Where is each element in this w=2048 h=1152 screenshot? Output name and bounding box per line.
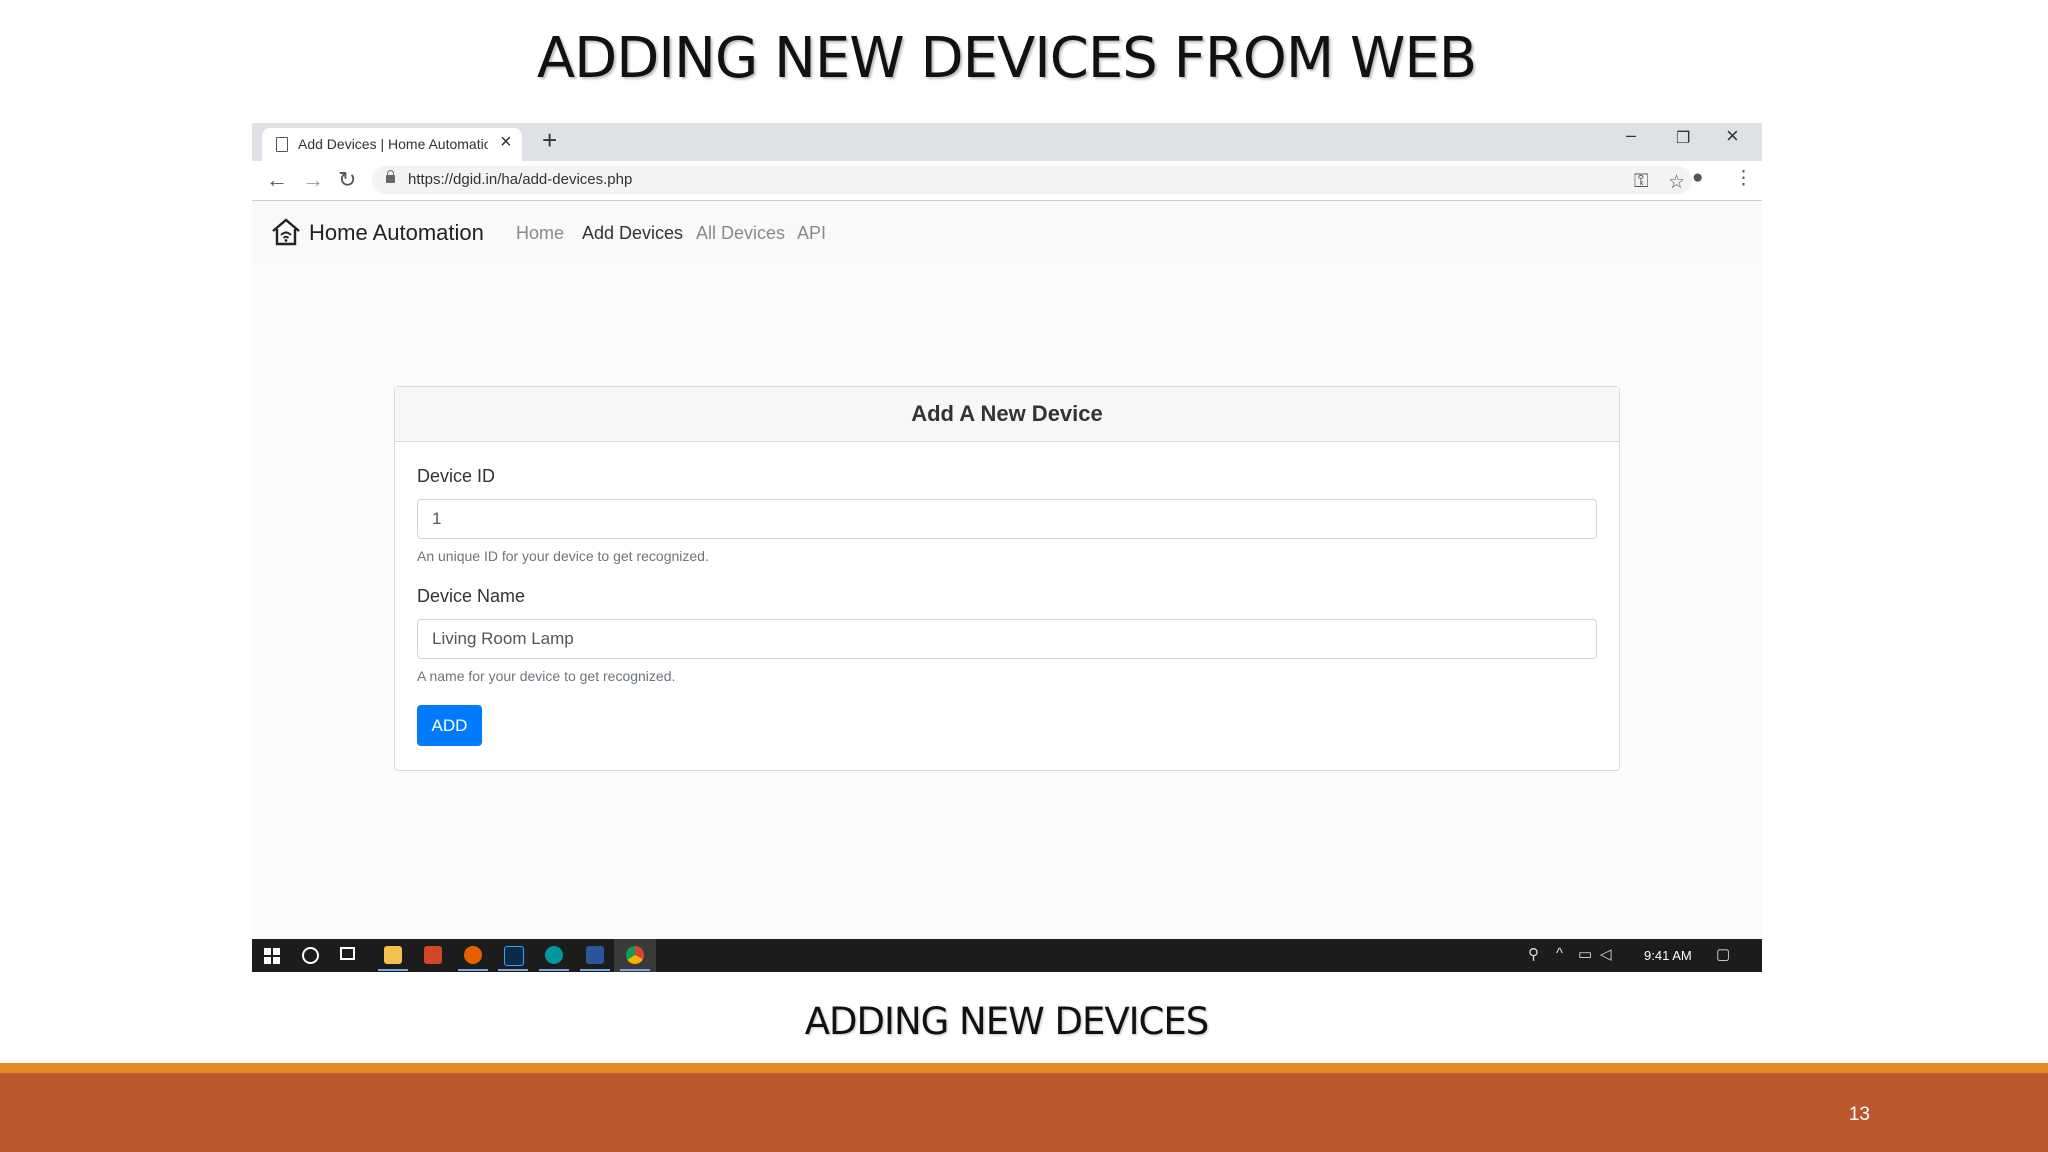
chrome-icon[interactable] <box>626 946 644 964</box>
arduino-icon[interactable] <box>545 946 563 964</box>
profile-icon[interactable]: ● <box>1692 167 1703 189</box>
back-icon[interactable]: ← <box>266 167 288 193</box>
nav-link-home[interactable]: Home <box>516 223 564 244</box>
device-name-input[interactable] <box>417 619 1597 659</box>
windows-taskbar: ⚲ ^ ▭ ◁ 9:41 AM ▢ <box>252 939 1762 972</box>
tab-strip: Add Devices | Home Automation × + – ❐ × <box>252 123 1762 161</box>
browser-screenshot: Add Devices | Home Automation × + – ❐ × … <box>252 123 1762 972</box>
nav-link-all-devices[interactable]: All Devices <box>696 223 785 244</box>
device-name-hint: A name for your device to get recognized… <box>417 668 676 684</box>
file-explorer-icon[interactable] <box>384 946 402 964</box>
url-text: https://dgid.in/ha/add-devices.php <box>408 171 633 188</box>
volume-icon[interactable]: ◁ <box>1600 945 1612 963</box>
star-icon[interactable]: ☆ <box>1668 171 1685 194</box>
new-tab-icon[interactable]: + <box>542 125 557 156</box>
restore-icon[interactable]: ❐ <box>1676 128 1690 148</box>
add-button[interactable]: ADD <box>417 705 482 746</box>
slide-title: ADDING NEW DEVICES FROM WEB <box>536 26 1477 91</box>
minimize-icon[interactable]: – <box>1626 125 1636 146</box>
taskbar-running-indicator <box>498 969 528 971</box>
omnibox[interactable]: https://dgid.in/ha/add-devices.php ⚿ ☆ <box>372 166 1692 194</box>
nav-link-api[interactable]: API <box>797 223 826 244</box>
device-id-hint: An unique ID for your device to get reco… <box>417 548 709 564</box>
footer-band <box>0 1073 2048 1152</box>
add-device-card: Add A New Device Device ID An unique ID … <box>394 386 1620 771</box>
taskbar-running-indicator <box>620 969 650 971</box>
taskbar-running-indicator <box>458 969 488 971</box>
taskbar-running-indicator <box>539 969 569 971</box>
notification-icon[interactable]: ▢ <box>1716 945 1730 963</box>
brand-link[interactable]: Home Automation <box>309 220 484 246</box>
key-icon[interactable]: ⚿ <box>1634 171 1648 193</box>
network-icon[interactable]: ▭ <box>1578 945 1592 963</box>
device-name-label: Device Name <box>417 586 526 606</box>
forward-icon[interactable]: → <box>302 167 324 193</box>
card-title: Add A New Device <box>395 387 1619 442</box>
chevron-up-icon[interactable]: ^ <box>1556 945 1563 962</box>
taskbar-running-indicator <box>378 969 408 971</box>
task-view-icon[interactable] <box>340 947 355 960</box>
address-bar: ← → ↻ https://dgid.in/ha/add-devices.php… <box>252 161 1762 201</box>
nav-link-add-devices[interactable]: Add Devices <box>582 223 683 244</box>
lock-icon <box>386 170 395 183</box>
firefox-icon[interactable] <box>464 946 482 964</box>
windows-start-icon[interactable] <box>264 948 280 964</box>
close-tab-icon[interactable]: × <box>500 131 512 154</box>
device-id-label: Device ID <box>417 466 496 486</box>
page-icon <box>276 137 288 152</box>
footer-accent-line <box>0 1063 2048 1073</box>
slide-caption: ADDING NEW DEVICES <box>804 1000 1210 1043</box>
reload-icon[interactable]: ↻ <box>338 167 356 193</box>
browser-tab[interactable]: Add Devices | Home Automation × <box>262 128 522 161</box>
powerpoint-icon[interactable] <box>424 946 442 964</box>
more-menu-icon[interactable]: ⋮ <box>1734 167 1753 190</box>
photoshop-icon[interactable] <box>504 946 524 966</box>
search-circle-icon[interactable] <box>302 947 319 964</box>
device-id-input[interactable] <box>417 499 1597 539</box>
clock[interactable]: 9:41 AM <box>1644 948 1692 963</box>
taskbar-running-indicator <box>580 969 610 971</box>
word-icon[interactable] <box>586 946 604 964</box>
site-navbar: Home Automation Home Add Devices All Dev… <box>252 201 1762 264</box>
close-window-icon[interactable]: × <box>1726 123 1739 149</box>
home-wifi-icon <box>272 218 300 246</box>
tab-title: Add Devices | Home Automation <box>298 136 488 152</box>
people-icon[interactable]: ⚲ <box>1528 945 1539 963</box>
page-number: 13 <box>1848 1104 1870 1125</box>
